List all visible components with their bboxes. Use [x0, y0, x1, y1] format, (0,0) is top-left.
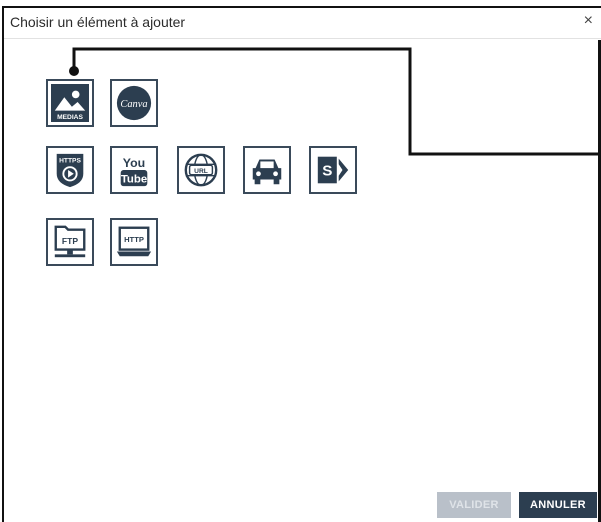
close-icon[interactable]: ×	[584, 13, 593, 29]
http-label: HTTP	[124, 235, 144, 244]
canva-label: Canva	[120, 99, 147, 110]
tile-medias[interactable]: MEDIAS	[46, 79, 94, 127]
youtube-icon: You Tube	[115, 151, 153, 189]
https-label: HTTPS	[59, 157, 81, 164]
tile-car[interactable]	[243, 146, 291, 194]
tile-https-video[interactable]: HTTPS	[46, 146, 94, 194]
canva-icon: Canva	[115, 84, 153, 122]
sharepoint-label: S	[322, 163, 332, 180]
dialog-titlebar: Choisir un élément à ajouter ×	[4, 8, 601, 39]
validate-button[interactable]: VALIDER	[437, 492, 511, 518]
url-label: URL	[194, 168, 208, 175]
ftp-folder-icon: FTP	[51, 223, 89, 261]
tile-http[interactable]: HTTP	[110, 218, 158, 266]
tile-sharepoint[interactable]: S	[309, 146, 357, 194]
tile-url[interactable]: URL	[177, 146, 225, 194]
medias-label: MEDIAS	[57, 114, 83, 121]
globe-url-icon: URL	[182, 151, 220, 189]
ftp-label: FTP	[62, 236, 78, 246]
image-icon: MEDIAS	[51, 84, 89, 122]
youtube-label-top: You	[123, 156, 145, 170]
callout-dot	[69, 66, 79, 76]
tile-youtube[interactable]: You Tube	[110, 146, 158, 194]
tile-canva[interactable]: Canva	[110, 79, 158, 127]
https-video-icon: HTTPS	[51, 151, 89, 189]
car-icon	[248, 151, 286, 189]
tile-ftp[interactable]: FTP	[46, 218, 94, 266]
youtube-label-bottom: Tube	[121, 173, 147, 185]
cancel-button[interactable]: ANNULER	[519, 492, 597, 518]
http-laptop-icon: HTTP	[115, 223, 153, 261]
dialog-title: Choisir un élément à ajouter	[10, 14, 186, 30]
sharepoint-icon: S	[314, 151, 352, 189]
